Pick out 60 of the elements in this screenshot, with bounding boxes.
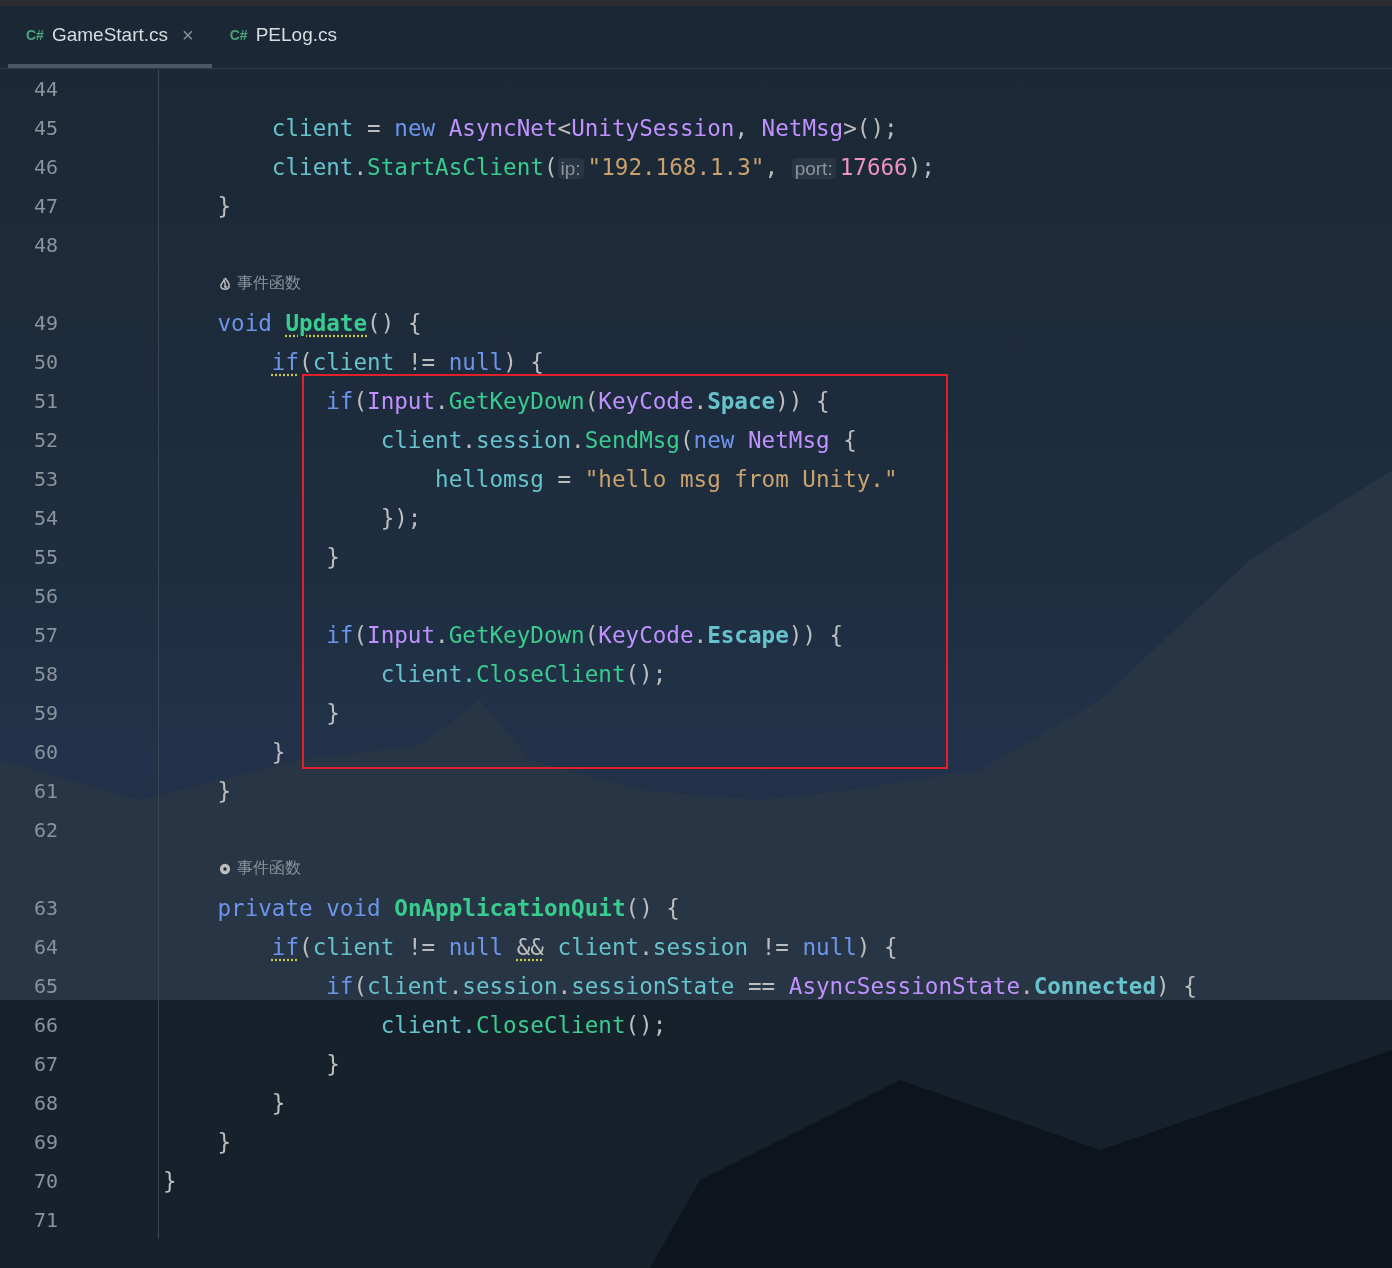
file-tab[interactable]: C# PELog.cs <box>211 6 355 68</box>
line-number: 70 <box>34 1168 59 1193</box>
line-number: 58 <box>34 661 59 686</box>
line-number: 71 <box>34 1207 59 1232</box>
line-number: 54 <box>34 505 59 530</box>
code-line: private void OnApplicationQuit() { <box>216 894 680 921</box>
code-line: if(client != null) { <box>270 348 544 375</box>
code-line: if(client != null && client.session != null) { <box>270 933 898 960</box>
line-number: 47 <box>34 193 59 218</box>
line-number: 44 <box>34 76 59 101</box>
code-line: }); <box>379 504 422 531</box>
line-number: 55 <box>34 544 59 569</box>
code-line: client.StartAsClient(ip: "192.168.1.3", port: 17666); <box>270 153 935 180</box>
code-line: if(Input.GetKeyDown(KeyCode.Space)) { <box>325 387 830 414</box>
code-line: hellomsg = "hello msg from Unity." <box>434 465 898 492</box>
line-number: 64 <box>34 934 59 959</box>
code-line: void Update() { <box>216 309 422 336</box>
code-line: client.CloseClient(); <box>379 1011 667 1038</box>
csharp-file-icon: C# <box>26 27 44 43</box>
code-vision-hint[interactable]: 事件函数 <box>237 273 301 294</box>
code-line: } <box>325 543 340 570</box>
line-number: 52 <box>34 427 59 452</box>
line-number: 50 <box>34 349 59 374</box>
line-number: 45 <box>34 115 59 140</box>
line-number: 56 <box>34 583 59 608</box>
code-line: if(client.session.sessionState == AsyncSessionState.Connected) { <box>325 972 1197 999</box>
code-line: } <box>325 1050 340 1077</box>
line-number: 62 <box>34 817 59 842</box>
code-line: client.session.SendMsg(new NetMsg { <box>379 426 857 453</box>
code-line: } <box>216 777 232 804</box>
code-line: } <box>216 192 232 219</box>
line-number: 60 <box>34 739 59 764</box>
line-number: 61 <box>34 778 59 803</box>
code-line: } <box>270 1089 286 1116</box>
code-line: client.CloseClient(); <box>379 660 667 687</box>
tab-label: PELog.cs <box>255 24 337 46</box>
code-line: } <box>216 1128 232 1155</box>
code-line: } <box>325 699 340 726</box>
line-number: 51 <box>34 388 59 413</box>
csharp-file-icon: C# <box>229 27 248 43</box>
line-number: 68 <box>34 1090 59 1115</box>
code-line: } <box>163 1167 177 1194</box>
line-number: 69 <box>34 1129 59 1154</box>
line-number: 63 <box>34 895 59 920</box>
code-vision-hint[interactable]: 事件函数 <box>237 858 301 879</box>
close-icon[interactable]: × <box>182 23 194 47</box>
tab-label: GameStart.cs <box>51 24 169 46</box>
line-number: 49 <box>34 310 59 335</box>
line-number: 67 <box>34 1051 59 1076</box>
code-line: if(Input.GetKeyDown(KeyCode.Escape)) { <box>325 621 844 648</box>
line-number: 57 <box>34 622 59 647</box>
line-number: 53 <box>34 466 59 491</box>
code-line: client = new AsyncNet<UnitySession, NetMsg>(); <box>270 114 898 141</box>
line-number: 66 <box>34 1012 59 1037</box>
line-number: 65 <box>34 973 59 998</box>
file-tab[interactable]: C# GameStart.cs × <box>8 6 212 68</box>
code-line: } <box>270 738 286 765</box>
line-number: 46 <box>34 154 59 179</box>
line-number: 59 <box>34 700 59 725</box>
line-number: 48 <box>34 232 59 257</box>
